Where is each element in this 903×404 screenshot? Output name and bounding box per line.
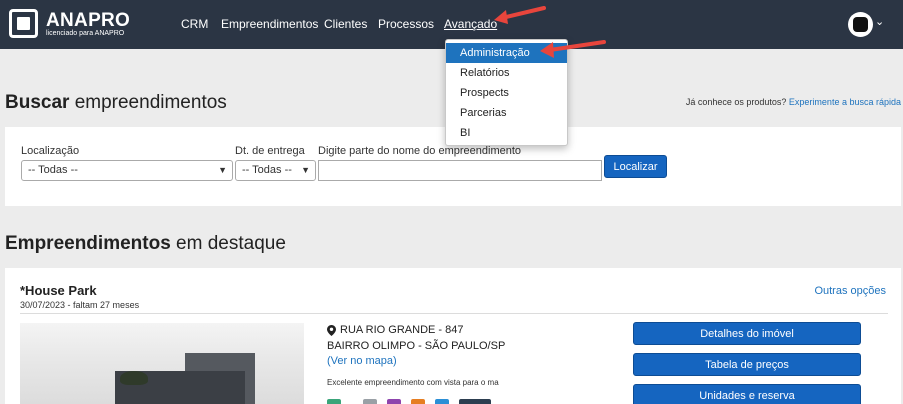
menu-item-parcerias[interactable]: Parcerias (446, 103, 567, 123)
map-pin-icon (327, 325, 336, 339)
address-line-2: BAIRRO OLIMPO - SÃO PAULO/SP (327, 340, 506, 352)
annotation-arrow-icon (494, 6, 546, 24)
price-table-button[interactable]: Tabela de preços (633, 353, 861, 376)
nav-clientes[interactable]: Clientes (324, 17, 367, 31)
chevron-down-icon[interactable]: ⌄ (875, 15, 884, 28)
localizar-button[interactable]: Localizar (604, 155, 667, 178)
logo-tagline: licenciado para ANAPRO (46, 30, 125, 37)
delivery-date-select[interactable]: -- Todas -- ▼ (235, 160, 316, 181)
quick-search-link[interactable]: Experimente a busca rápida (789, 97, 901, 107)
units-reservation-button[interactable]: Unidades e reserva (633, 384, 861, 404)
feature-tag-icon (459, 399, 491, 404)
menu-item-bi[interactable]: BI (446, 123, 567, 143)
annotation-arrow-icon (540, 40, 606, 58)
anapro-logo[interactable]: ANAPRO licenciado para ANAPRO (9, 9, 130, 39)
name-search-input[interactable] (318, 160, 602, 181)
featured-section-title: Empreendimentos em destaque (5, 233, 286, 254)
property-details-button[interactable]: Detalhes do imóvel (633, 322, 861, 345)
feature-tag-icon (363, 399, 377, 404)
feature-tag-icon (387, 399, 401, 404)
property-delivery-date: 30/07/2023 - faltam 27 meses (20, 300, 140, 310)
quick-search-hint: Já conhece os produtos? Experimente a bu… (685, 97, 901, 107)
logo-name: ANAPRO (46, 10, 131, 31)
menu-item-relatorios[interactable]: Relatórios (446, 63, 567, 83)
feature-tag-icon (411, 399, 425, 404)
nav-crm[interactable]: CRM (181, 17, 208, 31)
nav-processos[interactable]: Processos (378, 17, 434, 31)
chevron-down-icon: ▼ (301, 165, 310, 175)
chevron-down-icon: ▼ (218, 165, 227, 175)
nav-empreendimentos[interactable]: Empreendimentos (221, 17, 318, 31)
view-on-map-link[interactable]: (Ver no mapa) (327, 355, 397, 367)
location-select[interactable]: -- Todas -- ▼ (21, 160, 233, 181)
delivery-date-label: Dt. de entrega (235, 145, 305, 157)
feature-tag-icon (327, 399, 341, 404)
divider (20, 313, 888, 314)
search-section-title: Buscar empreendimentos (5, 92, 227, 113)
other-options-link[interactable]: Outras opções (814, 285, 886, 297)
property-name[interactable]: *House Park (20, 283, 97, 298)
property-photo[interactable] (20, 323, 304, 404)
logo-mark-icon (9, 9, 38, 38)
feature-tag-icon (435, 399, 449, 404)
user-avatar-icon[interactable] (848, 12, 873, 37)
name-search-label: Digite parte do nome do empreendimento (318, 145, 522, 157)
menu-item-prospects[interactable]: Prospects (446, 83, 567, 103)
location-label: Localização (21, 145, 80, 157)
address-line-1: RUA RIO GRANDE - 847 (340, 324, 464, 336)
property-description: Excelente empreendimento com vista para … (327, 378, 499, 387)
